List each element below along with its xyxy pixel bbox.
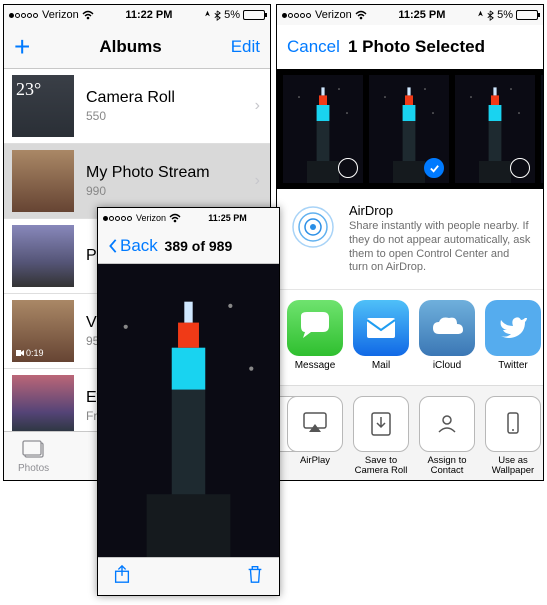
share-action-contact[interactable]: Assign toContact [419, 396, 475, 477]
album-thumb: 0:19 [12, 300, 74, 362]
navbar: Cancel 1 Photo Selected [277, 25, 543, 69]
wallpaper-icon [499, 410, 527, 438]
share-action-airplay[interactable]: AirPlay [287, 396, 343, 477]
cloud-icon [427, 308, 467, 348]
twitter-icon [493, 308, 533, 348]
signal-dots-icon [9, 9, 39, 21]
airdrop-icon [289, 203, 337, 251]
album-name: My Photo Stream [86, 164, 255, 182]
selectable-photo[interactable] [541, 75, 543, 183]
share-icon [112, 563, 132, 585]
trash-button[interactable] [245, 563, 265, 590]
share-screen: Verizon 11:25 PM 5% Cancel 1 Photo Selec… [276, 4, 544, 481]
chevron-right-icon: › [255, 97, 260, 115]
wifi-icon [82, 9, 94, 21]
bluetooth-icon [214, 10, 221, 21]
chevron-right-icon: › [255, 172, 260, 190]
mail-icon [361, 308, 401, 348]
carrier-label: Verizon [136, 213, 166, 223]
photo-selection-row[interactable] [277, 69, 543, 189]
status-time: 11:22 PM [94, 9, 204, 21]
share-apps-row[interactable]: Message Mail iCloud Twitter [277, 289, 543, 385]
status-bar: Verizon 11:25 PM 5% [277, 5, 543, 25]
video-badge: 0:19 [16, 348, 44, 358]
share-app-twitter[interactable]: Twitter [485, 300, 541, 371]
album-thumb [12, 150, 74, 212]
album-thumb: 23° [12, 75, 74, 137]
status-bar: Verizon 11:25 PM [98, 208, 279, 228]
photo-counter: 389 of 989 [165, 238, 233, 254]
battery-pct: 5% [497, 9, 513, 21]
trash-icon [245, 563, 265, 585]
selection-circle[interactable] [338, 158, 358, 178]
selection-circle[interactable] [510, 158, 530, 178]
album-count: 990 [86, 184, 255, 198]
airdrop-row[interactable]: AirDrop Share instantly with people near… [277, 189, 543, 289]
signal-dots-icon [282, 9, 312, 21]
status-bar: Verizon 11:22 PM 5% [4, 5, 270, 25]
wifi-icon [169, 212, 181, 224]
album-thumb [12, 225, 74, 287]
album-name: Camera Roll [86, 89, 255, 107]
location-icon [204, 10, 211, 21]
battery-icon [516, 10, 538, 20]
navbar: Back 389 of 989 [98, 228, 279, 264]
airdrop-title: AirDrop [349, 203, 531, 218]
message-icon [295, 308, 335, 348]
tab-photos[interactable]: Photos [18, 439, 49, 474]
edit-button[interactable]: Edit [231, 37, 260, 57]
share-app-icloud[interactable]: iCloud [419, 300, 475, 371]
photo-preview [541, 75, 543, 183]
status-time: 11:25 PM [181, 213, 274, 223]
bottom-toolbar [98, 557, 279, 595]
status-time: 11:25 PM [367, 9, 477, 21]
share-action-save[interactable]: Save toCamera Roll [353, 396, 409, 477]
page-title: 1 Photo Selected [348, 37, 485, 57]
save-icon [367, 410, 395, 438]
carrier-label: Verizon [42, 9, 79, 21]
photo-viewport[interactable] [98, 264, 279, 557]
photo-detail-screen: Verizon 11:25 PM Back 389 of 989 [97, 207, 280, 596]
selectable-photo[interactable] [283, 75, 363, 183]
share-actions-row[interactable]: ow AirPlay Save toCamera Roll Assign toC… [277, 385, 543, 481]
bluetooth-icon [487, 10, 494, 21]
share-action-wallpaper[interactable]: Use asWallpaper [485, 396, 541, 477]
airdrop-desc: Share instantly with people nearby. If t… [349, 220, 531, 275]
album-count: 550 [86, 109, 255, 123]
signal-dots-icon [103, 213, 133, 223]
selectable-photo[interactable] [369, 75, 449, 183]
album-row-camera-roll[interactable]: 23° Camera Roll 550 › [4, 69, 270, 144]
carrier-label: Verizon [315, 9, 352, 21]
navbar: + Albums Edit [4, 25, 270, 69]
airplay-icon [301, 410, 329, 438]
contact-icon [433, 410, 461, 438]
chevron-left-icon [108, 238, 118, 254]
battery-pct: 5% [224, 9, 240, 21]
cancel-button[interactable]: Cancel [287, 37, 340, 57]
video-icon [16, 349, 24, 357]
selection-circle-checked[interactable] [424, 158, 444, 178]
photo-content [98, 264, 279, 557]
photos-icon [22, 439, 46, 461]
selectable-photo[interactable] [455, 75, 535, 183]
share-app-mail[interactable]: Mail [353, 300, 409, 371]
battery-icon [243, 10, 265, 20]
back-button[interactable]: Back [108, 236, 158, 256]
page-title: Albums [99, 37, 161, 57]
check-icon [429, 163, 440, 174]
wifi-icon [355, 9, 367, 21]
share-app-message[interactable]: Message [287, 300, 343, 371]
add-album-button[interactable]: + [14, 37, 30, 57]
share-button[interactable] [112, 563, 132, 590]
album-thumb [12, 375, 74, 437]
location-icon [477, 10, 484, 21]
